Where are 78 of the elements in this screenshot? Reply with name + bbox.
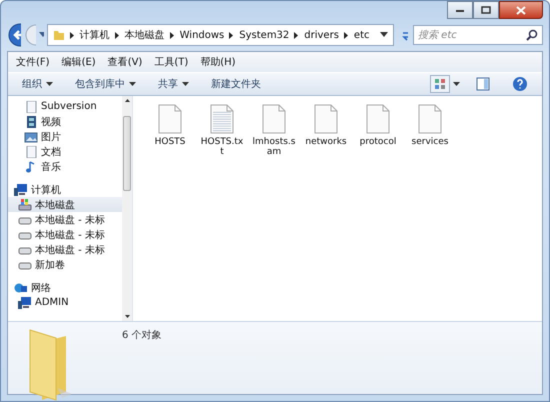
scrollbar[interactable] xyxy=(122,96,132,321)
menu-item[interactable]: 帮助(H) xyxy=(200,55,236,69)
caret-icon xyxy=(452,82,460,86)
sidebar-item[interactable]: 网络 xyxy=(8,280,122,295)
scroll-up-icon[interactable] xyxy=(124,99,130,102)
dropdown-icon[interactable] xyxy=(380,32,388,38)
search-field[interactable]: 搜索 etc xyxy=(413,25,543,45)
toolbar-button[interactable]: 组织 xyxy=(14,75,61,93)
search-icon[interactable] xyxy=(526,29,538,41)
close-button[interactable] xyxy=(499,1,543,19)
sidebar-item-icon xyxy=(18,198,32,210)
sidebar-item-icon xyxy=(24,146,38,158)
sidebar-item-icon xyxy=(14,184,28,196)
maximize-icon xyxy=(481,6,491,14)
sidebar-item-icon xyxy=(18,296,32,308)
sidebar-item-icon xyxy=(24,100,38,112)
sidebar-item[interactable]: 图片 xyxy=(8,129,122,144)
document-icon xyxy=(210,104,234,134)
document-icon xyxy=(366,104,390,134)
toolbar-button[interactable]: 共享 xyxy=(150,75,197,93)
back-button[interactable] xyxy=(7,22,21,48)
item-count: 6 个对象 xyxy=(122,328,162,342)
file-item[interactable]: HOSTS xyxy=(147,104,193,147)
menu-item[interactable]: 文件(F) xyxy=(16,55,50,69)
breadcrumb-item[interactable]: Windows xyxy=(180,30,224,40)
breadcrumb-arrow-icon[interactable] xyxy=(229,32,234,38)
menu-item[interactable]: 工具(T) xyxy=(154,55,188,69)
caret-icon xyxy=(46,82,53,86)
toolbar-button[interactable]: 新建文件夹 xyxy=(203,75,269,93)
breadcrumb-item[interactable]: etc xyxy=(354,30,370,40)
maximize-button[interactable] xyxy=(473,1,499,19)
sidebar-item[interactable]: 本地磁盘 - 未标 xyxy=(8,227,122,242)
sidebar-item-icon xyxy=(24,116,38,128)
grid-icon xyxy=(434,78,446,90)
document-icon xyxy=(418,104,442,134)
breadcrumb-arrow-icon[interactable] xyxy=(344,32,349,38)
sidebar-item[interactable]: 计算机 xyxy=(8,182,122,197)
caret-icon xyxy=(129,82,136,86)
breadcrumb-arrow-icon[interactable] xyxy=(70,32,75,38)
file-item[interactable]: lmhosts.sam xyxy=(251,104,297,157)
address-bar[interactable]: 计算机 本地磁盘 Windows System32 drivers etc xyxy=(46,24,394,46)
menu-item[interactable]: 查看(V) xyxy=(108,55,142,69)
document-icon xyxy=(314,104,338,134)
sidebar-item[interactable]: 新加卷 xyxy=(8,257,122,272)
file-item[interactable]: protocol xyxy=(355,104,401,147)
help-icon[interactable] xyxy=(512,76,528,92)
close-icon xyxy=(516,6,526,14)
sidebar-item[interactable]: 视频 xyxy=(8,114,122,129)
preview-pane-icon[interactable] xyxy=(476,77,490,91)
file-item[interactable]: networks xyxy=(303,104,349,147)
breadcrumb-arrow-icon[interactable] xyxy=(294,32,300,38)
sidebar-item[interactable]: 文档 xyxy=(8,144,122,159)
sidebar-item-icon xyxy=(24,130,38,142)
sidebar-item[interactable]: ADMIN xyxy=(8,295,122,310)
toolbar-button[interactable]: 包含到库中 xyxy=(67,75,144,93)
file-item[interactable]: HOSTS.txt xyxy=(199,104,245,157)
sidebar-item[interactable]: 本地磁盘 - 未标 xyxy=(8,242,122,257)
sidebar-item[interactable]: 本地磁盘 - 未标 xyxy=(8,212,122,227)
sidebar-item[interactable]: Subversion xyxy=(8,99,122,114)
history-dropdown-icon[interactable] xyxy=(39,32,44,38)
folder-icon xyxy=(52,29,65,41)
file-item[interactable]: services xyxy=(407,104,453,147)
breadcrumb-item[interactable]: System32 xyxy=(239,30,290,40)
breadcrumb-item[interactable]: 本地磁盘 xyxy=(124,28,165,42)
document-icon xyxy=(262,104,286,134)
document-icon xyxy=(158,104,182,134)
breadcrumb-item[interactable]: drivers xyxy=(304,30,339,40)
sidebar-item-icon xyxy=(14,282,28,294)
breadcrumb-arrow-icon[interactable] xyxy=(114,32,120,38)
scroll-down-icon[interactable] xyxy=(124,315,130,318)
minimize-icon xyxy=(455,7,465,13)
caret-icon xyxy=(182,82,189,86)
breadcrumb-item[interactable]: 计算机 xyxy=(80,28,110,42)
menu-item[interactable]: 编辑(E) xyxy=(62,55,96,69)
sidebar-item[interactable]: 本地磁盘 xyxy=(8,197,122,212)
minimize-button[interactable] xyxy=(447,1,473,19)
breadcrumb-arrow-icon[interactable] xyxy=(170,32,175,38)
sidebar-item[interactable]: 音乐 xyxy=(8,159,122,174)
